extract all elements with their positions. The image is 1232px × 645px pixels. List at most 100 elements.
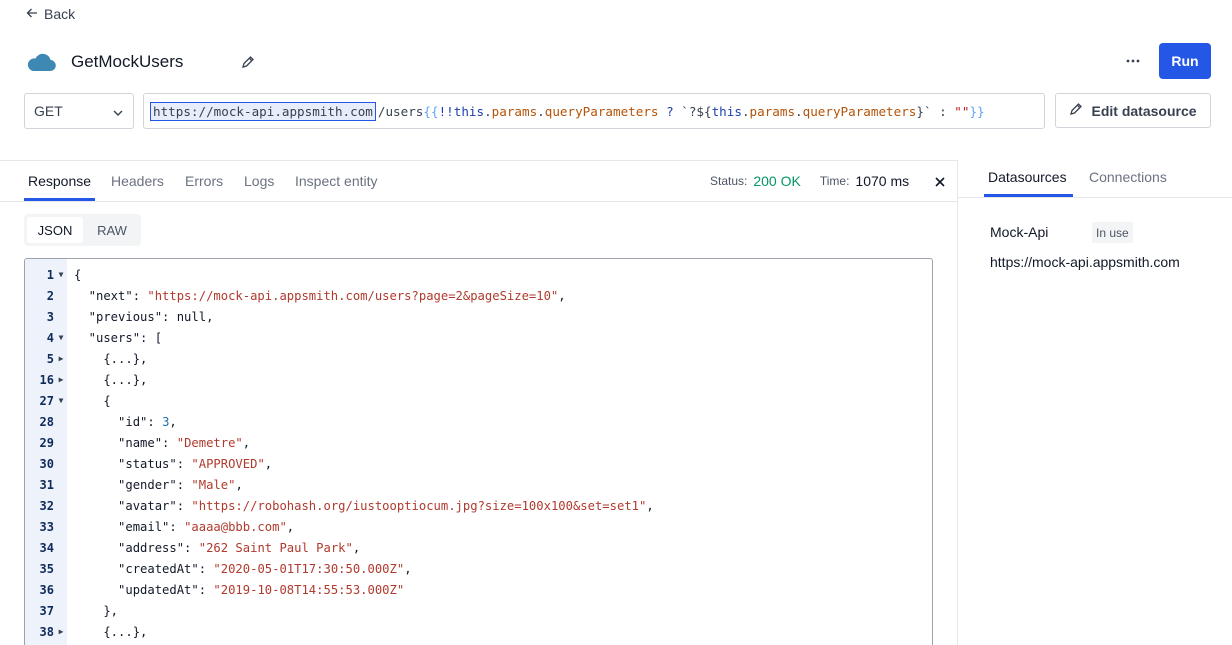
tab-connections[interactable]: Connections (1089, 169, 1167, 185)
code-key: "name": (74, 435, 177, 450)
binding-dot: . (537, 103, 545, 119)
response-json-viewer[interactable]: 1 ▼{2 "next": "https://mock-api.appsmith.… (24, 258, 933, 645)
binding-dot: . (741, 103, 750, 119)
tab-logs[interactable]: Logs (244, 173, 274, 189)
line-number: 1 (46, 267, 54, 282)
code-line: 30 "status": "APPROVED", (25, 453, 932, 474)
back-label: Back (44, 6, 76, 22)
more-options-button[interactable] (1120, 50, 1146, 72)
back-link[interactable]: Back (26, 6, 75, 22)
line-number: 30 (39, 456, 54, 471)
code-line: 27 ▼ { (25, 390, 932, 411)
line-number: 5 (46, 351, 54, 366)
http-method-select[interactable]: GET (24, 93, 134, 129)
code-text: {...}, (74, 373, 147, 387)
binding-bang: !! (438, 103, 454, 119)
code-string: "APPROVED" (191, 456, 265, 471)
binding-params: params (749, 103, 796, 119)
code-key: "avatar": (74, 498, 192, 513)
arrow-left-icon (26, 6, 38, 22)
code-key: "next": (74, 288, 148, 303)
edit-datasource-button[interactable]: Edit datasource (1055, 93, 1211, 128)
line-number: 2 (46, 288, 54, 303)
http-method-value: GET (34, 103, 63, 119)
url-base: https://mock-api.appsmith.com (150, 101, 376, 121)
chevron-down-icon (113, 103, 123, 119)
code-key: "previous": null, (74, 309, 214, 324)
tab-response[interactable]: Response (28, 173, 91, 189)
code-text: {...}, (74, 625, 147, 639)
api-name[interactable]: GetMockUsers (71, 52, 241, 72)
code-key: "id": (74, 414, 163, 429)
code-line: 28 "id": 3, (25, 411, 932, 432)
line-number: 33 (39, 519, 54, 534)
code-string: "aaaa@bbb.com" (184, 519, 287, 534)
code-punct: , (404, 561, 412, 576)
line-number: 28 (39, 414, 54, 429)
run-button[interactable]: Run (1159, 43, 1211, 79)
format-raw[interactable]: RAW (87, 217, 137, 243)
line-number: 34 (39, 540, 54, 555)
tab-datasources[interactable]: Datasources (988, 169, 1067, 185)
code-punct: , (242, 435, 251, 450)
code-line: 32 "avatar": "https://robohash.org/iusto… (25, 495, 932, 516)
fold-closed-icon[interactable]: ▶ (56, 627, 66, 636)
code-key: }, (74, 603, 119, 618)
code-text: "name": "Demetre", (74, 436, 250, 450)
line-number: 3 (46, 309, 54, 324)
line-number: 27 (39, 393, 54, 408)
format-toggle: JSON RAW (24, 214, 141, 246)
binding-template-end: }` : (916, 103, 955, 119)
code-text: "createdAt": "2020-05-01T17:30:50.000Z", (74, 562, 412, 576)
code-string: "https://mock-api.appsmith.com/users?pag… (147, 288, 559, 303)
response-status: Status: 200 OK Time: 1070 ms (710, 173, 909, 189)
code-key: {...}, (74, 624, 148, 639)
code-line: 2 "next": "https://mock-api.appsmith.com… (25, 285, 932, 306)
fold-closed-icon[interactable]: ▶ (56, 354, 66, 363)
line-number: 31 (39, 477, 54, 492)
code-punct: , (352, 540, 361, 555)
code-line: 16 ▶ {...}, (25, 369, 932, 390)
code-string: "2020-05-01T17:30:50.000Z" (213, 561, 405, 576)
status-label: Status: (710, 174, 748, 188)
fold-open-icon[interactable]: ▼ (56, 333, 66, 342)
code-key: "status": (74, 456, 192, 471)
binding-this: this (453, 103, 485, 119)
api-title-row: GetMockUsers (26, 48, 255, 76)
close-icon[interactable] (934, 175, 946, 187)
code-text: "next": "https://mock-api.appsmith.com/u… (74, 289, 566, 303)
code-text: "avatar": "https://robohash.org/iustoopt… (74, 499, 654, 513)
in-use-badge: In use (1092, 222, 1133, 243)
datasource-name[interactable]: Mock-Api (990, 224, 1048, 240)
code-string: "Demetre" (176, 435, 243, 450)
datasource-tabs: Datasources Connections (958, 160, 1232, 198)
code-key: { (74, 267, 82, 282)
pencil-icon[interactable] (241, 55, 255, 69)
code-text: "email": "aaaa@bbb.com", (74, 520, 294, 534)
datasource-url: https://mock-api.appsmith.com (990, 254, 1180, 270)
url-input[interactable]: https://mock-api.appsmith.com /users {{ … (143, 93, 1045, 129)
tab-errors[interactable]: Errors (185, 173, 223, 189)
code-text: "updatedAt": "2019-10-08T14:55:53.000Z" (74, 583, 404, 597)
code-text: "previous": null, (74, 309, 214, 324)
code-text: "id": 3, (74, 415, 177, 429)
line-number: 36 (39, 582, 54, 597)
active-tab-indicator (984, 194, 1073, 197)
format-json[interactable]: JSON (27, 217, 83, 243)
code-key: "address": (74, 540, 199, 555)
fold-open-icon[interactable]: ▼ (56, 270, 66, 279)
binding-template-start: `?${ (681, 103, 712, 119)
code-key: "updatedAt": (74, 582, 214, 597)
code-text: }, (74, 604, 118, 618)
tab-inspect-entity[interactable]: Inspect entity (295, 173, 378, 189)
fold-open-icon[interactable]: ▼ (56, 396, 66, 405)
code-punct: , (286, 519, 295, 534)
code-string: "https://robohash.org/iustooptiocum.jpg?… (191, 498, 647, 513)
binding-this: this (711, 103, 742, 119)
code-key: "email": (74, 519, 185, 534)
time-value: 1070 ms (855, 173, 910, 189)
fold-closed-icon[interactable]: ▶ (56, 375, 66, 384)
code-line: 1 ▼ { (25, 264, 932, 285)
code-key: "users": [ (74, 330, 163, 345)
tab-headers[interactable]: Headers (111, 173, 164, 189)
